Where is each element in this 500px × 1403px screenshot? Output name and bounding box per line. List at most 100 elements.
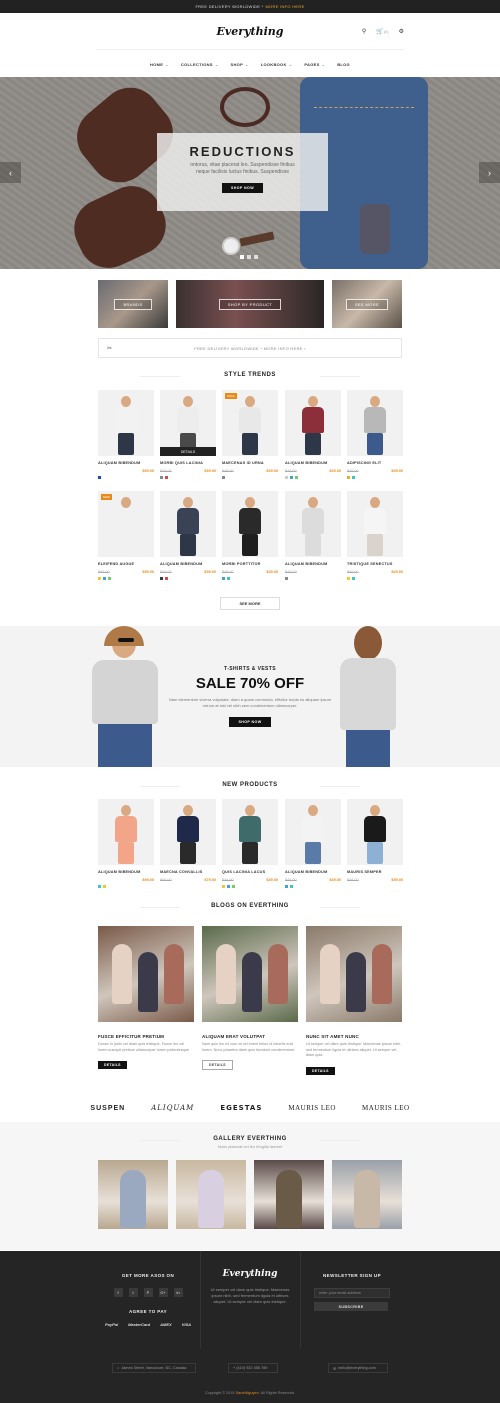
product-card[interactable]: TRISTIQUE SENECTUS $49.00 $29.00 [347,491,403,580]
product-card[interactable]: SALE MAECENAS ID URNA $49.00 $39.00 [222,390,278,479]
product-name[interactable]: MORBI QUIS LACINIA [160,461,216,465]
product-image[interactable] [98,390,154,456]
free-delivery-text[interactable]: FREE DELIVERY WORLDWIDE * MORE INFO HERE… [194,346,306,351]
nav-item-blog[interactable]: BLOG [337,62,350,67]
product-image[interactable] [222,491,278,557]
color-swatch[interactable] [160,577,163,580]
product-card[interactable]: MAURIS SEMPER $49.00 $59.00 [347,799,403,885]
cart-icon[interactable]: 🛒(0) [376,28,388,35]
site-logo[interactable]: Everything [217,25,284,38]
color-swatch[interactable] [165,476,168,479]
nav-item-lookbook[interactable]: LOOKBOOK ⌄ [261,62,293,67]
gallery-image[interactable] [176,1160,246,1229]
color-swatch[interactable] [232,885,235,888]
product-name[interactable]: MAECENAS ID URNA [222,461,278,465]
product-name[interactable]: ALIQUAM BIBENDUM [285,461,341,465]
blog-details-button[interactable]: DETAILS [98,1061,127,1069]
product-name[interactable]: ELEIFEND AUGUE [98,562,154,566]
color-swatch[interactable] [222,885,225,888]
product-card[interactable]: ALIQUAM BIBENDUM $99.00 [98,390,154,479]
color-swatch[interactable] [108,577,111,580]
prev-slide-icon[interactable]: ‹ [0,162,21,183]
color-swatch[interactable] [295,476,298,479]
product-name[interactable]: ALIQUAM BIBENDUM [98,461,154,465]
product-name[interactable]: QUIS LACINIA LACUS [222,870,278,874]
product-name[interactable]: ADIPISCING ELIT [347,461,403,465]
color-swatch[interactable] [352,577,355,580]
product-image[interactable] [285,799,341,865]
product-name[interactable]: ALIQUAM BIBENDUM [285,870,341,874]
shop-now-button[interactable]: SHOP NOW [221,183,264,193]
product-card[interactable]: ALIQUAM BIBENDUM $49.00 [285,491,341,580]
nav-item-pages[interactable]: PAGES ⌄ [304,62,325,67]
color-swatch[interactable] [222,476,225,479]
brand-logo[interactable]: MAURIS LEO [362,1104,410,1112]
product-image[interactable] [347,491,403,557]
color-swatch[interactable] [285,885,288,888]
announcement-link[interactable]: MORE INFO HERE [265,4,304,9]
color-swatch[interactable] [352,476,355,479]
subscribe-button[interactable]: SUBSCRIBE [314,1302,388,1311]
product-card[interactable]: QUIS LACINIA LACUS $49.00 $39.00 [222,799,278,888]
brand-logo[interactable]: SUSPEN [90,1105,125,1112]
product-image[interactable]: DETAILS [160,390,216,456]
product-name[interactable]: TRISTIQUE SENECTUS [347,562,403,566]
product-image[interactable] [222,799,278,865]
next-slide-icon[interactable]: › [479,162,500,183]
gallery-image[interactable] [98,1160,168,1229]
product-card[interactable]: ADIPISCING ELIT $49.00 $39.00 [347,390,403,479]
social-icon[interactable]: P [143,1288,153,1297]
social-icon[interactable]: G+ [158,1288,168,1297]
product-image[interactable] [160,491,216,557]
product-image[interactable] [285,491,341,557]
footer-logo[interactable]: Everything [208,1269,292,1279]
banner-brands[interactable]: BRANDS [98,280,168,328]
product-name[interactable]: MAURIS SEMPER [347,870,403,874]
blog-image[interactable] [306,926,402,1022]
social-icon[interactable]: t [128,1288,138,1297]
product-image[interactable]: NEW [98,491,154,557]
product-card[interactable]: ALIQUAM BIBENDUM $49.00 $39.00 [285,799,341,888]
color-swatch[interactable] [285,476,288,479]
social-icon[interactable]: f [113,1288,123,1297]
slide-dot[interactable] [247,255,251,259]
product-name[interactable]: MAECNA CONVALLIS [160,870,216,874]
color-swatch[interactable] [227,577,230,580]
product-name[interactable]: ALIQUAM BIBENDUM [98,870,154,874]
nav-item-home[interactable]: HOME ⌄ [150,62,169,67]
slide-dot[interactable] [240,255,244,259]
sale-shop-now-button[interactable]: SHOP NOW [229,717,271,727]
color-swatch[interactable] [285,577,288,580]
slide-dot[interactable] [254,255,258,259]
product-card[interactable]: MORBI PORTTITOR $49.00 $39.00 [222,491,278,580]
product-image[interactable] [347,390,403,456]
color-swatch[interactable] [98,476,101,479]
see-more-button[interactable]: SEE MORE [220,597,280,610]
product-image[interactable] [285,390,341,456]
blog-details-button[interactable]: DETAILS [306,1066,335,1075]
nav-item-shop[interactable]: SHOP ⌄ [231,62,249,67]
product-card[interactable]: NEW ELEIFEND AUGUE $99.00 $99.00 [98,491,154,580]
nav-item-collections[interactable]: COLLECTIONS ⌄ [181,62,219,67]
blog-image[interactable] [202,926,298,1022]
color-swatch[interactable] [160,476,163,479]
details-button[interactable]: DETAILS [160,447,216,456]
banner-see-more[interactable]: SEE MORE [332,280,402,328]
color-swatch[interactable] [222,577,225,580]
author-link[interactable]: SarahNguyen [236,1391,259,1395]
blog-image[interactable] [98,926,194,1022]
product-card[interactable]: MAECNA CONVALLIS $99.00 $79.00 [160,799,216,885]
settings-icon[interactable]: ⚙ [399,28,404,35]
color-swatch[interactable] [103,577,106,580]
social-icon[interactable]: in [173,1288,183,1297]
color-swatch[interactable] [347,577,350,580]
banner-shop-by-product[interactable]: SHOP BY PRODUCT [176,280,324,328]
gallery-image[interactable] [332,1160,402,1229]
brand-logo[interactable]: EGESTAS [220,1104,262,1112]
product-card[interactable]: ALIQUAM BIBENDUM $49.00 $39.00 [160,491,216,580]
product-name[interactable]: ALIQUAM BIBENDUM [160,562,216,566]
blog-title[interactable]: FUSCE EFFICITUR PRETIUM [98,1034,194,1039]
color-swatch[interactable] [98,885,101,888]
product-card[interactable]: DETAILS MORBI QUIS LACINIA $49.00 $39.00 [160,390,216,479]
product-card[interactable]: ALIQUAM BIBENDUM $49.00 $39.00 [285,390,341,479]
